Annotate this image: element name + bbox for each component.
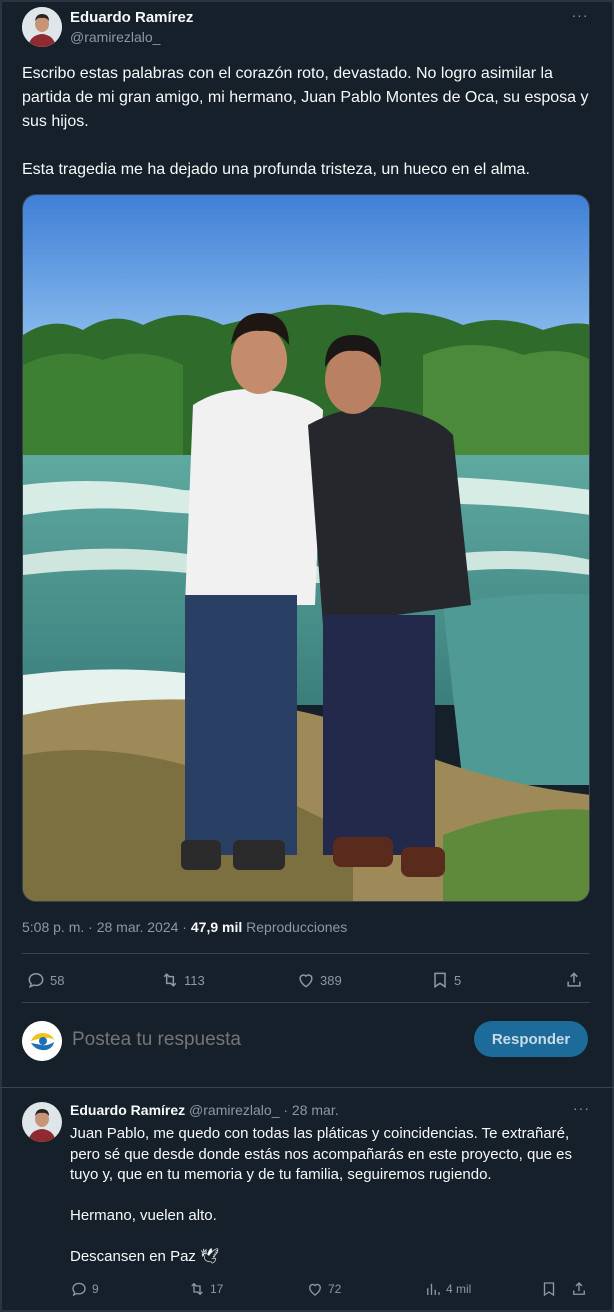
tweet-photo[interactable] [22, 194, 590, 902]
bookmark-button[interactable]: 5 [430, 968, 461, 992]
like-button[interactable]: 72 [306, 1277, 341, 1301]
reply-count: 58 [50, 972, 65, 988]
reply-icon [72, 1282, 86, 1297]
reply-icon [28, 972, 44, 989]
reply-actions: 9 17 72 4 mil [70, 1277, 590, 1299]
retweet-count: 17 [210, 1282, 224, 1296]
views-count: 4 mil [446, 1282, 472, 1296]
divider [22, 1002, 590, 1003]
tweet-header: Eduardo Ramírez @ramirezlalo_ ··· [22, 7, 592, 51]
like-count: 389 [320, 972, 342, 988]
author-name[interactable]: Eduardo Ramírez [70, 1102, 185, 1118]
author-block: Eduardo Ramírez @ramirezlalo_ [70, 9, 193, 45]
tweet-paragraph: Esta tragedia me ha dejado una profunda … [22, 161, 530, 178]
like-count: 72 [328, 1282, 342, 1296]
reply-input[interactable] [72, 1029, 452, 1051]
author-name[interactable]: Eduardo Ramírez [70, 9, 193, 26]
more-options-button[interactable]: ··· [568, 7, 592, 27]
reply-header: Eduardo Ramírez @ramirezlalo_ · 28 mar. [70, 1102, 339, 1118]
tweet-timestamp[interactable]: 5:08 p. m. · 28 mar. 2024 · [22, 919, 191, 935]
share-icon [573, 1282, 585, 1295]
divider [0, 1087, 614, 1088]
heart-icon [299, 974, 313, 988]
retweet-icon [191, 1282, 203, 1296]
tweet-meta: 5:08 p. m. · 28 mar. 2024 · 47,9 mil Rep… [22, 919, 347, 935]
reply-button[interactable]: 9 [70, 1277, 99, 1301]
tweet-text: Escribo estas palabras con el corazón ro… [22, 62, 592, 182]
bookmark-icon [543, 1282, 555, 1297]
user-avatar[interactable] [22, 1021, 62, 1061]
share-button[interactable] [570, 1277, 592, 1301]
bookmark-count: 5 [454, 972, 462, 988]
heart-icon [309, 1283, 321, 1296]
retweet-button[interactable]: 113 [160, 968, 205, 992]
author-handle-date[interactable]: @ramirezlalo_ · 28 mar. [185, 1102, 339, 1118]
tweet-paragraph: Escribo estas palabras con el corazón ro… [22, 65, 589, 130]
share-icon [567, 972, 581, 987]
like-button[interactable]: 389 [296, 968, 342, 992]
analytics-icon [427, 1283, 440, 1295]
views-button[interactable]: 4 mil [424, 1277, 471, 1301]
views-label: Reproducciones [242, 919, 348, 935]
retweet-count: 113 [184, 972, 205, 988]
reply-button[interactable]: 58 [26, 968, 64, 992]
reply-submit-button[interactable]: Responder [474, 1021, 588, 1057]
reply-count: 9 [92, 1282, 99, 1296]
avatar[interactable] [22, 7, 62, 47]
reply-paragraph: Descansen en Paz 🕊 [70, 1248, 220, 1265]
more-options-button[interactable]: ··· [573, 1100, 590, 1116]
share-button[interactable] [564, 968, 588, 992]
reply-text: Juan Pablo, me quedo con todas las pláti… [70, 1124, 592, 1268]
retweet-button[interactable]: 17 [188, 1277, 223, 1301]
retweet-icon [163, 973, 177, 987]
reply-paragraph: Juan Pablo, me quedo con todas las pláti… [70, 1125, 573, 1183]
reply-paragraph: Hermano, vuelen alto. [70, 1207, 217, 1224]
avatar[interactable] [22, 1102, 62, 1142]
bookmark-button[interactable] [540, 1277, 562, 1301]
tweet-actions: 58 113 389 5 [22, 968, 590, 992]
bookmark-icon [434, 972, 446, 989]
divider [22, 953, 590, 954]
reply-composer: Responder [22, 1019, 590, 1063]
views-count: 47,9 mil [190, 919, 243, 935]
author-handle[interactable]: @ramirezlalo_ [70, 29, 193, 45]
